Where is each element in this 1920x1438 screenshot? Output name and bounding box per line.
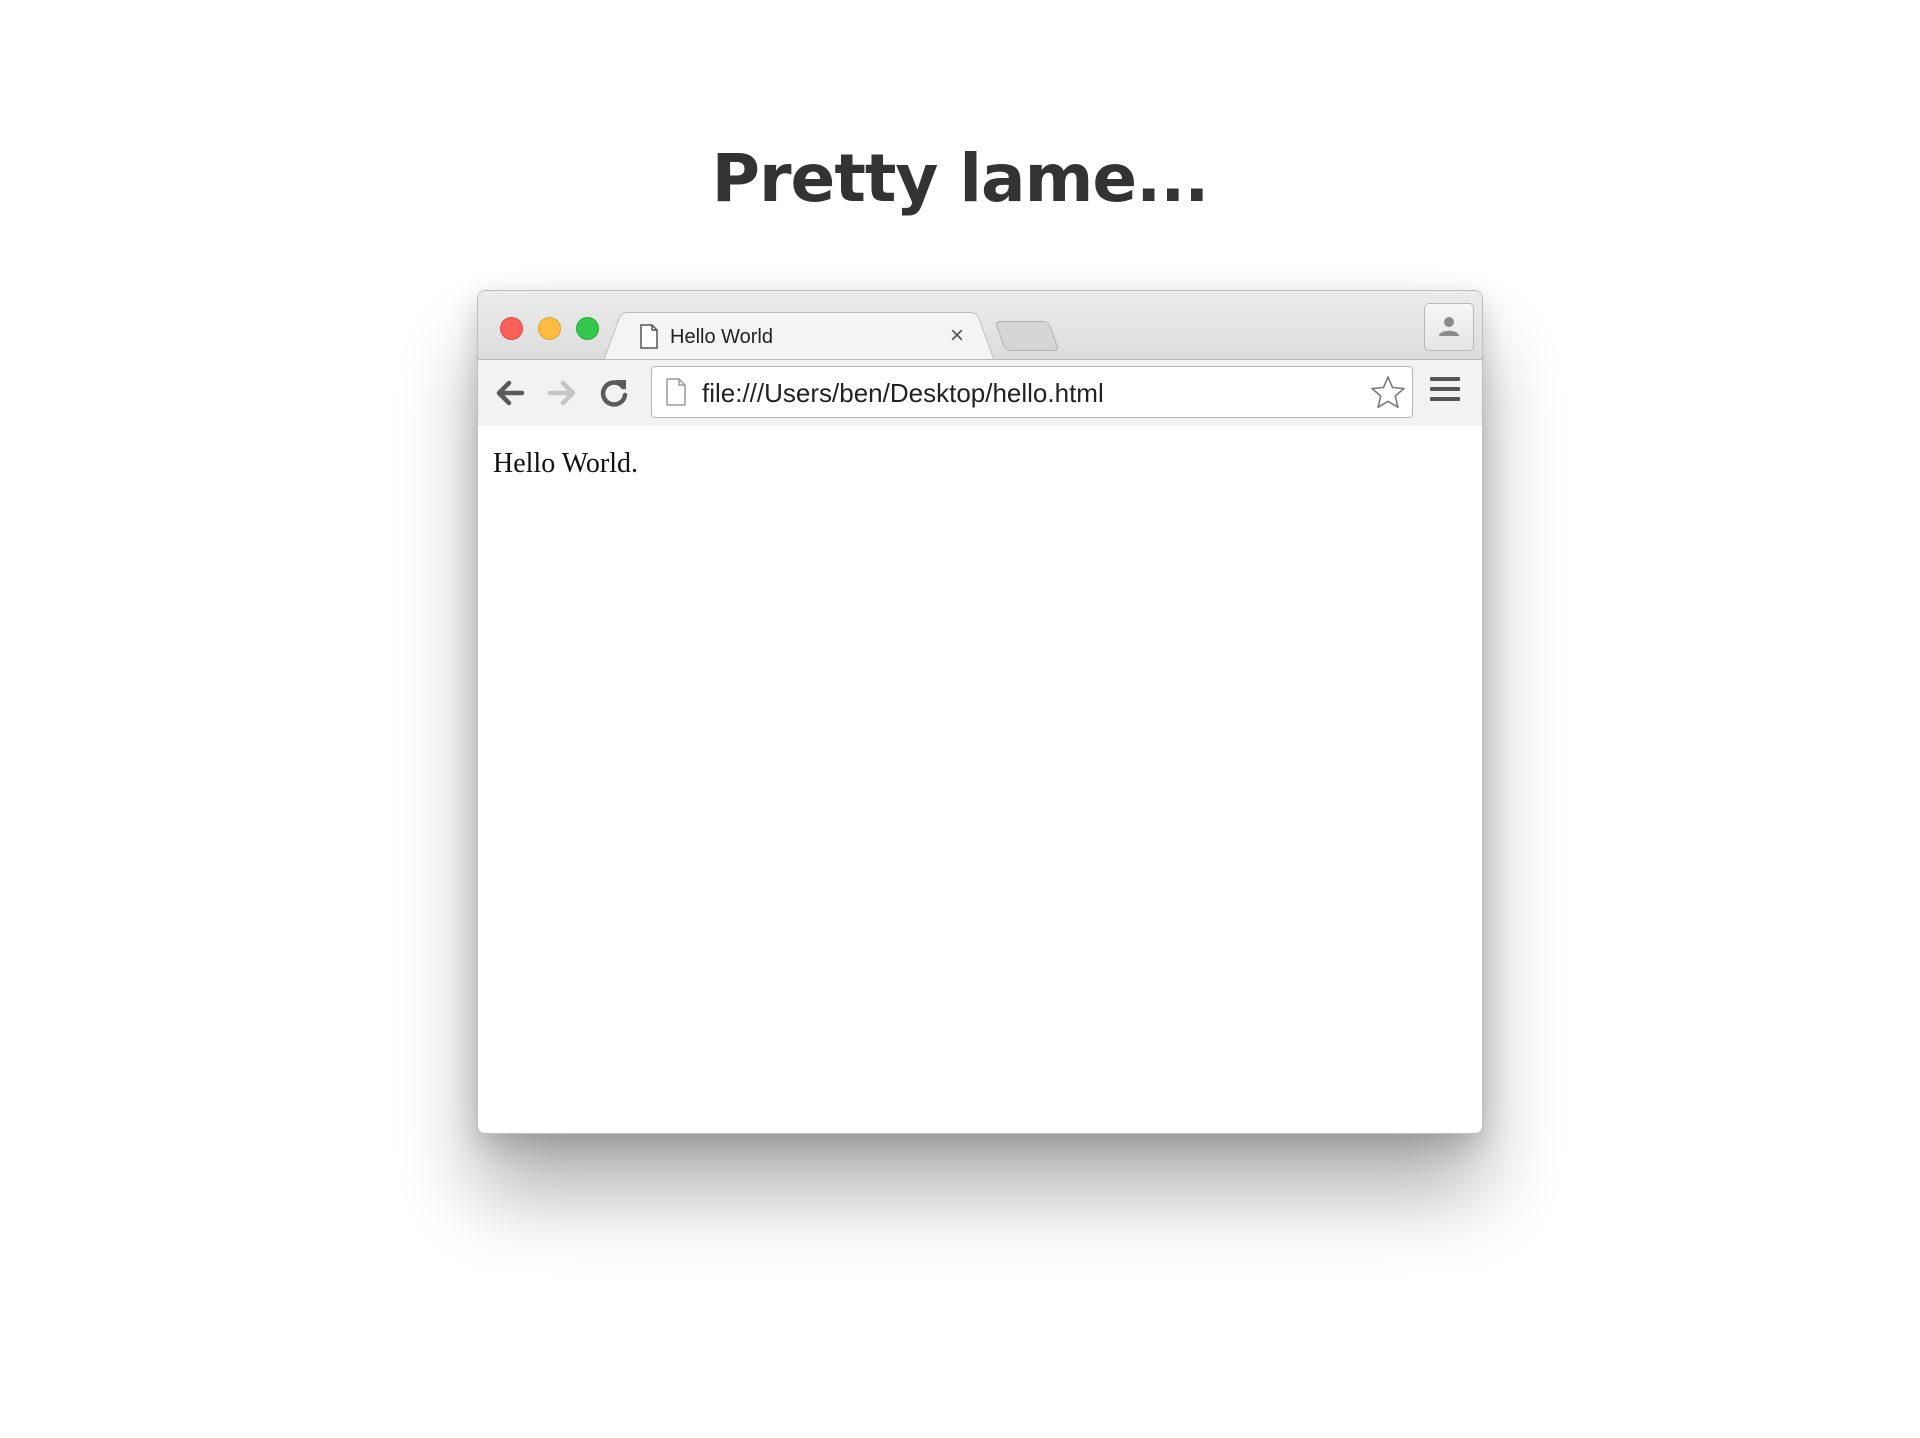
window-minimize-button[interactable] — [538, 317, 561, 340]
tab-close-icon[interactable]: × — [946, 322, 968, 349]
new-tab-button[interactable] — [994, 321, 1060, 351]
browser-window: Hello World × file:///Users/ben/Desktop/… — [477, 290, 1483, 1134]
reload-icon[interactable] — [596, 375, 632, 411]
tab-title: Hello World — [670, 326, 773, 348]
arrow-right-icon[interactable] — [544, 375, 580, 411]
page-icon — [666, 378, 686, 406]
browser-titlebar: Hello World × — [478, 291, 1482, 361]
tab-hello-world[interactable]: Hello World × — [623, 312, 975, 361]
page-content: Hello World. — [478, 426, 1482, 1133]
window-close-button[interactable] — [500, 317, 523, 340]
profile-button[interactable] — [1424, 303, 1474, 351]
slide-title: Pretty lame... — [711, 140, 1210, 217]
browser-toolbar: file:///Users/ben/Desktop/hello.html — [478, 359, 1482, 427]
hamburger-menu-icon[interactable] — [1428, 377, 1462, 407]
url-text[interactable]: file:///Users/ben/Desktop/hello.html — [702, 378, 1104, 409]
page-icon — [640, 324, 658, 349]
star-icon[interactable] — [1370, 375, 1406, 409]
arrow-left-icon[interactable] — [492, 375, 528, 411]
page-body-text: Hello World. — [493, 448, 638, 479]
address-bar[interactable]: file:///Users/ben/Desktop/hello.html — [651, 366, 1413, 418]
window-maximize-button[interactable] — [576, 317, 599, 340]
person-icon — [1439, 317, 1459, 336]
